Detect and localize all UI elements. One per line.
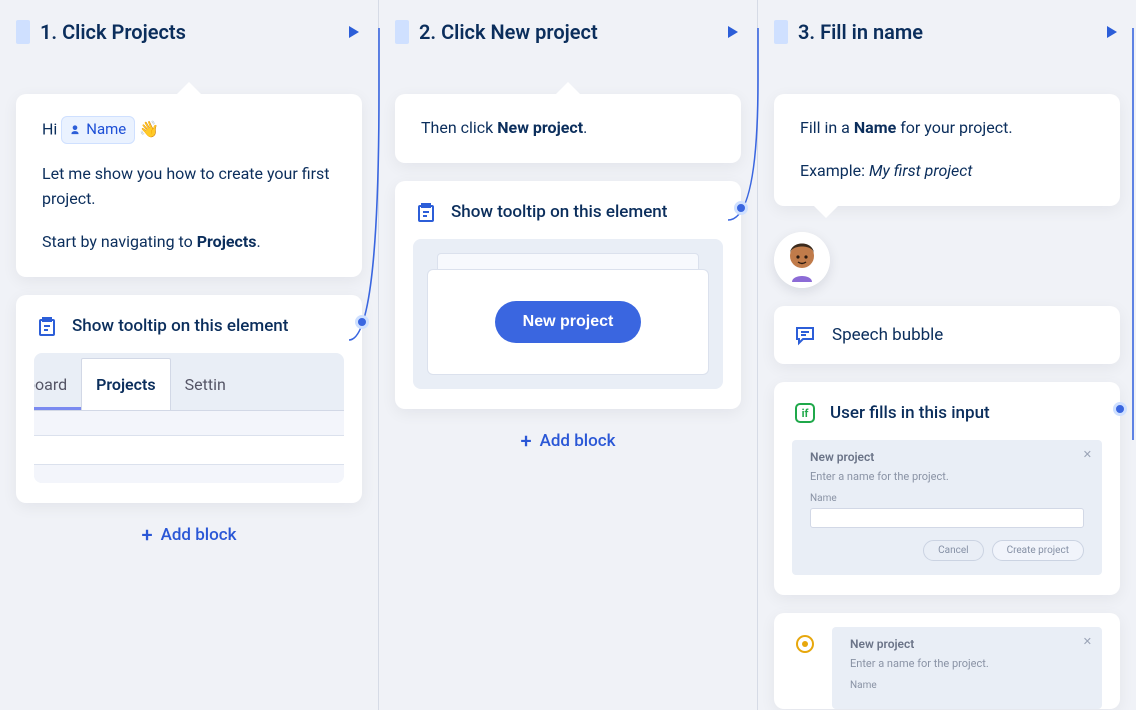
example-line: Example: My first project (800, 159, 1094, 184)
play-icon[interactable] (723, 23, 741, 41)
create-project-button: Create project (992, 540, 1084, 561)
avatar (774, 232, 830, 288)
add-block-button[interactable]: + Add block (395, 431, 741, 451)
modal-preview: ✕ New project Enter a name for the proje… (832, 627, 1102, 709)
connector-dot (355, 315, 369, 329)
play-icon[interactable] (344, 23, 362, 41)
tooltip-block-label: Show tooltip on this element (72, 316, 288, 336)
wave-emoji: 👋 (139, 119, 159, 138)
new-project-preview: New project (413, 239, 723, 389)
step-title: 1. Click Projects (40, 20, 334, 44)
intro-line: Let me show you how to create your first… (42, 162, 336, 212)
speech-card: Then click New project. (395, 94, 741, 163)
input-block-label: User fills in this input (830, 403, 990, 423)
speech-bubble-block[interactable]: Speech bubble (774, 306, 1120, 364)
tab-projects: Projects (81, 358, 171, 410)
tab-settings-partial: Settin (171, 359, 240, 410)
new-project-button: New project (495, 301, 642, 343)
target-icon (792, 631, 818, 657)
speech-bubble-icon (792, 322, 818, 348)
clipboard-icon (413, 199, 439, 225)
step-3-column: 3. Fill in name Fill in a Name for your … (758, 0, 1136, 710)
step-header: 3. Fill in name (774, 0, 1120, 54)
fill-name-line: Fill in a Name for your project. (800, 116, 1094, 141)
step-marker (774, 20, 788, 44)
step-title: 3. Fill in name (798, 20, 1092, 44)
tabs-preview: board Projects Settin (34, 353, 344, 483)
cancel-button: Cancel (923, 540, 983, 561)
plus-icon: + (141, 525, 152, 545)
step-marker (16, 20, 30, 44)
speech-bubble-label: Speech bubble (832, 325, 943, 345)
close-icon: ✕ (1083, 448, 1092, 461)
step-1-column: 1. Click Projects Hi Name 👋 Let me show … (0, 0, 379, 710)
tooltip-block: Show tooltip on this element board Proje… (16, 295, 362, 503)
then-click-line: Then click New project. (421, 116, 715, 141)
connector-dot (734, 201, 748, 215)
plus-icon: + (520, 431, 531, 451)
step-title: 2. Click New project (419, 20, 713, 44)
input-check-block: if User fills in this input ✕ New projec… (774, 382, 1120, 595)
greeting-line: Hi Name 👋 (42, 116, 336, 144)
start-line: Start by navigating to Projects. (42, 230, 336, 255)
tooltip-block-label: Show tooltip on this element (451, 202, 667, 222)
add-block-button[interactable]: + Add block (16, 525, 362, 545)
close-icon: ✕ (1083, 635, 1092, 648)
step-header: 1. Click Projects (16, 0, 362, 54)
tooltip-block: Show tooltip on this element New project (395, 181, 741, 409)
play-icon[interactable] (1102, 23, 1120, 41)
connector-dot (1113, 402, 1127, 416)
tab-dashboard-partial: board (34, 359, 81, 410)
step-marker (395, 20, 409, 44)
highlight-block: ✕ New project Enter a name for the proje… (774, 613, 1120, 709)
clipboard-icon (34, 313, 60, 339)
name-input-field (810, 508, 1084, 528)
step-header: 2. Click New project (395, 0, 741, 54)
if-icon: if (792, 400, 818, 426)
modal-preview: ✕ New project Enter a name for the proje… (792, 440, 1102, 575)
speech-card: Fill in a Name for your project. Example… (774, 94, 1120, 206)
svg-text:if: if (802, 407, 809, 420)
speech-card: Hi Name 👋 Let me show you how to create … (16, 94, 362, 277)
name-variable-chip[interactable]: Name (61, 116, 135, 144)
step-2-column: 2. Click New project Then click New proj… (379, 0, 758, 710)
